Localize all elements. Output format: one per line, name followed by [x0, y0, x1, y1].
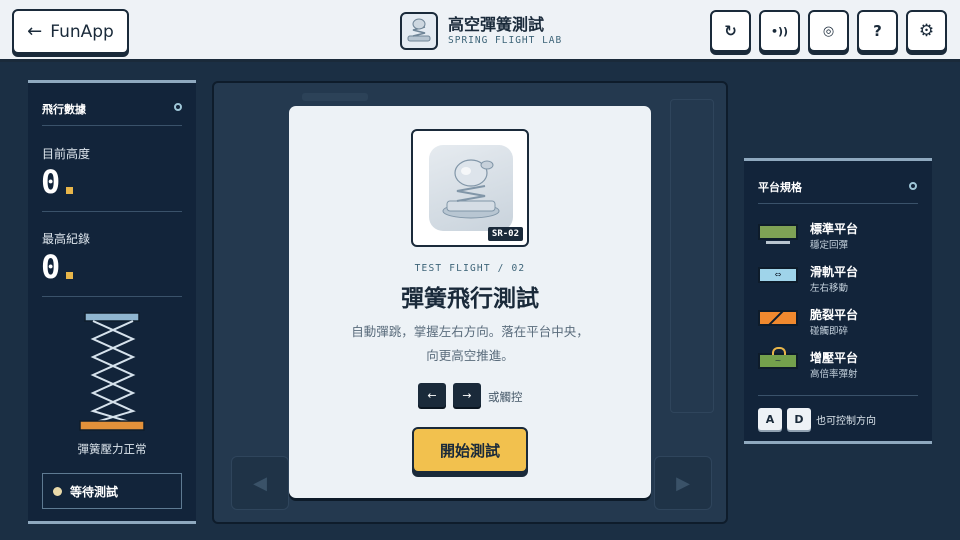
top-bar: ← FunApp 高空彈簧測試 SPRING FLIGHT LAB ↻ •)) …	[0, 0, 960, 62]
platform-name: 滑軌平台	[810, 265, 859, 279]
spring-robot-icon	[407, 18, 431, 42]
move-left-button[interactable]: ◀	[231, 456, 289, 510]
start-test-button[interactable]: 開始測試	[412, 427, 528, 473]
current-height-label: 目前高度	[42, 147, 91, 161]
back-button-label: FunApp	[50, 21, 114, 42]
unit-marker-icon	[66, 272, 73, 279]
arrow-left-icon: ◀	[253, 472, 267, 494]
help-button[interactable]: ?	[857, 10, 898, 52]
platform-item-standard: 標準平台 穩定回彈	[758, 220, 918, 252]
standard-platform-icon	[758, 224, 798, 244]
platform-desc: 高倍率彈射	[810, 369, 858, 380]
divider	[758, 203, 918, 204]
boost-platform-icon: ~	[758, 347, 798, 369]
key-a: A	[758, 408, 782, 430]
model-badge: SR-02	[487, 227, 523, 241]
platform-desc: 碰觸即碎	[810, 326, 849, 337]
description-line: 自動彈跳，掌握左右方向。落在平台中央，	[351, 324, 589, 339]
description-line: 向更高空推進。	[426, 348, 514, 363]
platform-item-sliding: ⇔ 滑軌平台 左右移動	[758, 263, 918, 295]
status-badge: 等待測試	[42, 473, 182, 509]
back-button[interactable]: ← FunApp	[12, 9, 129, 54]
touch-hint: 或觸控	[488, 390, 523, 404]
platform-spec-panel: 平台規格 標準平台 穩定回彈 ⇔ 滑軌平台 左右移動 脆裂平台 碰觸即碎 ~ 增…	[744, 158, 932, 444]
ghost-platform	[302, 93, 368, 101]
settings-button[interactable]: ⚙	[906, 10, 947, 52]
spring-robot-illustration	[429, 145, 513, 231]
platform-desc: 左右移動	[810, 283, 849, 294]
help-icon: ?	[873, 22, 882, 40]
app-logo	[400, 12, 438, 50]
platform-item-boost: ~ 增壓平台 高倍率彈射	[758, 347, 918, 381]
spring-gauge-icon	[79, 312, 145, 431]
key-d: D	[787, 408, 811, 430]
best-record-label: 最高紀錄	[42, 232, 91, 246]
platform-name: 標準平台	[810, 222, 859, 236]
divider	[42, 211, 182, 212]
app-subtitle: SPRING FLIGHT LAB	[448, 35, 563, 46]
app-title: 高空彈簧測試	[448, 15, 545, 34]
arrow-left-icon: ←	[427, 388, 437, 402]
flight-data-heading: 飛行數據	[42, 103, 86, 116]
left-key-hint: ←	[418, 383, 446, 407]
flight-data-panel: 飛行數據 目前高度 0 最高紀錄 0 彈簧壓力正常 等待測試	[28, 80, 196, 524]
best-record-value: 0	[41, 248, 61, 286]
start-dialog: SR-02 TEST FLIGHT / 02 彈簧飛行測試 自動彈跳，掌握左右方…	[289, 106, 651, 498]
restart-icon: ↻	[724, 22, 737, 40]
platform-spec-heading: 平台規格	[758, 181, 802, 194]
divider	[758, 395, 918, 396]
sliding-platform-icon: ⇔	[758, 267, 798, 283]
height-meter	[670, 99, 714, 413]
key-hint: 也可控制方向	[816, 416, 876, 427]
platform-desc: 穩定回彈	[810, 240, 849, 251]
panel-indicator-icon	[174, 103, 182, 111]
dialog-title: 彈簧飛行測試	[401, 286, 539, 312]
dialog-description: 自動彈跳，掌握左右方向。落在平台中央， 向更高空推進。	[289, 320, 651, 368]
spring-robot-icon	[442, 159, 500, 219]
target-button[interactable]: ◎	[808, 10, 849, 52]
spring-status-text: 彈簧壓力正常	[77, 442, 147, 456]
sound-button[interactable]: •))	[759, 10, 800, 52]
restart-button[interactable]: ↻	[710, 10, 751, 52]
platform-name: 增壓平台	[810, 351, 859, 365]
status-dot-icon	[53, 486, 62, 496]
divider	[42, 125, 182, 126]
fragile-platform-icon	[758, 310, 798, 326]
sound-icon: •))	[770, 24, 789, 38]
arrow-left-icon: ←	[27, 21, 43, 42]
unit-marker-icon	[66, 187, 73, 194]
arrow-right-icon: ▶	[676, 472, 690, 494]
platform-item-fragile: 脆裂平台 碰觸即碎	[758, 306, 918, 338]
target-icon: ◎	[822, 23, 835, 39]
hero-image: SR-02	[411, 129, 529, 247]
divider	[42, 296, 182, 297]
status-text: 等待測試	[70, 484, 119, 499]
right-key-hint: →	[453, 383, 481, 407]
dialog-kicker: TEST FLIGHT / 02	[414, 263, 526, 274]
platform-name: 脆裂平台	[810, 308, 859, 322]
arrow-right-icon: →	[462, 388, 472, 402]
panel-indicator-icon	[909, 182, 917, 190]
move-right-button[interactable]: ▶	[654, 456, 712, 510]
settings-icon: ⚙	[918, 21, 935, 41]
current-height-value: 0	[41, 163, 61, 201]
